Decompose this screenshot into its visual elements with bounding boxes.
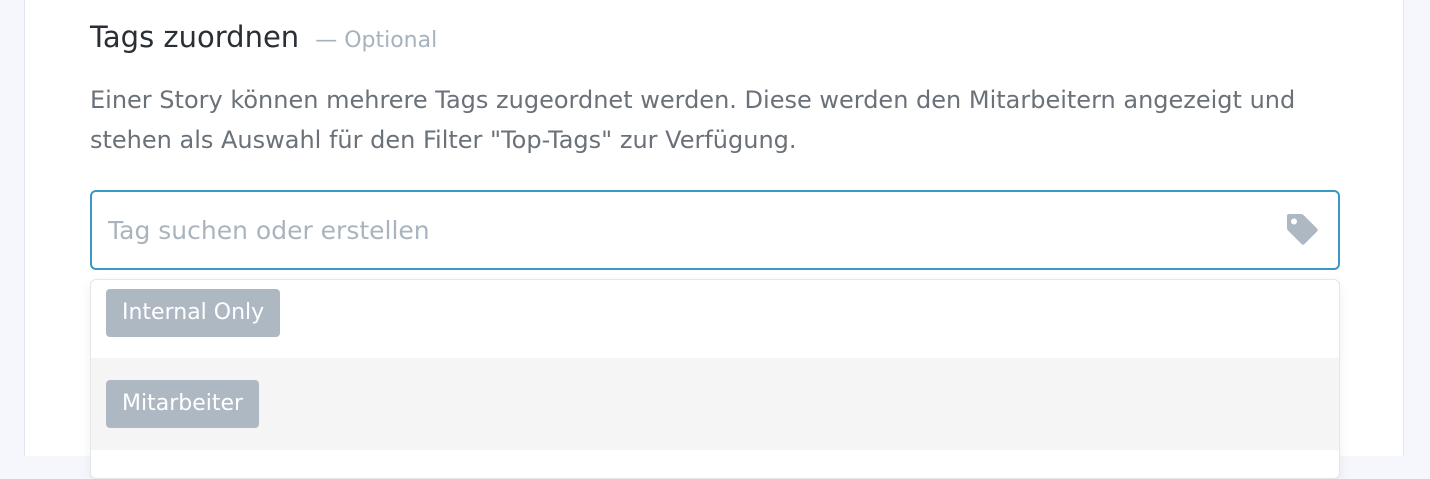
tag-search-input[interactable] bbox=[92, 192, 1272, 268]
section-heading: Tags zuordnen — Optional bbox=[90, 20, 437, 54]
tag-suggestions-dropdown: Internal Only Mitarbeiter bbox=[90, 279, 1340, 479]
suggestion-item-internal-only[interactable]: Internal Only bbox=[91, 280, 1339, 358]
suggestion-item-mitarbeiter[interactable]: Mitarbeiter bbox=[91, 358, 1339, 450]
tag-pill: Mitarbeiter bbox=[106, 380, 260, 428]
section-title: Tags zuordnen bbox=[90, 20, 300, 54]
optional-label: — Optional bbox=[315, 28, 438, 53]
tag-icon bbox=[1287, 214, 1318, 245]
section-description: Einer Story können mehrere Tags zugeordn… bbox=[90, 86, 1296, 154]
tag-search-field[interactable] bbox=[90, 190, 1340, 270]
tag-pill: Internal Only bbox=[106, 289, 281, 337]
form-card: Tags zuordnen — Optional Einer Story kön… bbox=[24, 0, 1404, 479]
